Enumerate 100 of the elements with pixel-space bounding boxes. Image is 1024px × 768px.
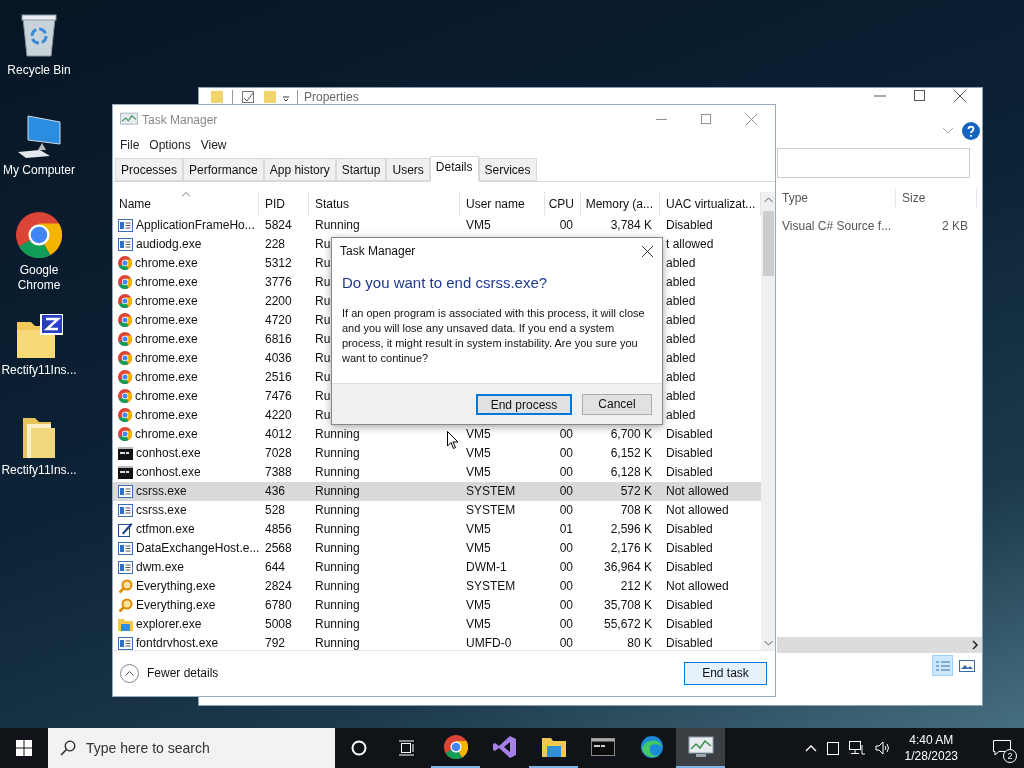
table-cell-text: Ru: [315, 236, 331, 254]
table-cell-text: Running: [315, 445, 360, 463]
dialog-heading: Do you want to end csrss.exe?: [341, 273, 549, 293]
table-cell-text: abled: [666, 274, 696, 292]
table-cell-text: 55,672 K: [603, 616, 652, 634]
table-cell-text: 4720: [265, 312, 292, 330]
table-cell-text: 708 K: [620, 502, 652, 520]
table-cell-text: 6780: [265, 597, 292, 615]
table-cell-text: SYSTEM: [466, 502, 516, 520]
file-size-cell-text: 2 KB: [941, 218, 968, 235]
table-cell-text: Running: [315, 521, 360, 539]
table-cell-text: 4856: [265, 521, 292, 539]
table-cell-text: Disabled: [666, 464, 713, 482]
table-cell-text: Running: [315, 483, 360, 501]
process-name: dwm.exe: [136, 559, 185, 577]
table-cell-text: Not allowed: [666, 578, 729, 596]
table-cell-text: 6,128 K: [610, 464, 652, 482]
table-cell-text: abled: [666, 369, 696, 387]
table-cell-text: Disabled: [666, 559, 713, 577]
table-cell-text: abled: [666, 388, 696, 406]
table-cell-text: VM5: [466, 445, 491, 463]
table-cell-text: Disabled: [666, 616, 713, 634]
table-cell-text: 6,700 K: [610, 426, 652, 444]
process-name: ApplicationFrameHo...: [136, 217, 255, 235]
table-cell-text: VM5: [466, 521, 491, 539]
table-cell-text: 3,784 K: [610, 217, 652, 235]
table-cell-text: 00: [559, 483, 573, 501]
process-name: DataExchangeHost.e...: [136, 540, 260, 558]
table-cell-text: Disabled: [666, 597, 713, 615]
table-cell-text: Running: [315, 616, 360, 634]
process-name: chrome.exe: [135, 350, 198, 368]
table-cell-text: 00: [559, 540, 573, 558]
table-cell-text: 4012: [265, 426, 292, 444]
table-cell-text: UMFD-0: [466, 635, 512, 650]
table-cell-text: VM5: [466, 464, 491, 482]
table-cell-text: 00: [559, 445, 573, 463]
table-cell-text: abled: [666, 293, 696, 311]
table-cell-text: 212 K: [620, 578, 652, 596]
table-cell-text: 2200: [265, 293, 292, 311]
table-cell-text: VM5: [466, 597, 491, 615]
table-cell-text: abled: [666, 331, 696, 349]
process-name: conhost.exe: [136, 464, 201, 482]
table-cell-text: 01: [559, 521, 573, 539]
table-cell-text: Ru: [315, 331, 331, 349]
process-name: chrome.exe: [135, 255, 198, 273]
table-cell-text: VM5: [466, 540, 491, 558]
window-title: Properties: [304, 90, 359, 104]
table-cell-text: 644: [265, 559, 286, 577]
table-cell-text: abled: [666, 312, 696, 330]
table-cell-text: 528: [265, 502, 286, 520]
table-cell-text: Disabled: [666, 540, 713, 558]
table-cell-text: Running: [315, 502, 360, 520]
process-name: chrome.exe: [135, 274, 198, 292]
table-cell-text: Running: [315, 217, 360, 235]
table-cell-text: 00: [559, 502, 573, 520]
table-cell-text: Not allowed: [666, 483, 729, 501]
process-name: chrome.exe: [135, 407, 198, 425]
dialog-message: If an open program is associated with this process, it will close and you will lose any unsaved data. If you end a system process, it might result in system instability. Are you sure you want to continue?: [341, 305, 646, 366]
table-cell-text: Running: [315, 540, 360, 558]
table-cell-text: 00: [559, 559, 573, 577]
process-name: conhost.exe: [136, 445, 201, 463]
table-cell-text: 00: [559, 578, 573, 596]
table-cell-text: Not allowed: [666, 502, 729, 520]
notification-count: 2: [1003, 749, 1017, 763]
process-name: Everything.exe: [136, 597, 216, 615]
table-cell-text: VM5: [466, 217, 491, 235]
table-cell-text: Running: [315, 559, 360, 577]
table-cell-text: Ru: [315, 293, 331, 311]
table-cell-text: t allowed: [666, 236, 714, 254]
table-cell-text: 2824: [265, 578, 292, 596]
table-cell-text: Ru: [315, 274, 331, 292]
table-cell-text: Running: [315, 426, 360, 444]
table-cell-text: Running: [315, 597, 360, 615]
dialog-title: Task Manager: [340, 243, 416, 260]
table-cell-text: 3776: [265, 274, 292, 292]
process-name: fontdrvhost.exe: [136, 635, 219, 650]
table-cell-text: 2568: [265, 540, 292, 558]
process-name: chrome.exe: [135, 312, 198, 330]
table-cell-text: 4220: [265, 407, 292, 425]
table-cell-text: 00: [559, 464, 573, 482]
table-cell-text: 5008: [265, 616, 292, 634]
table-cell-text: 7476: [265, 388, 292, 406]
table-cell-text: Ru: [315, 407, 331, 425]
process-name: chrome.exe: [135, 388, 198, 406]
table-cell-text: Running: [315, 464, 360, 482]
process-name: ctfmon.exe: [136, 521, 195, 539]
table-cell-text: 5312: [265, 255, 292, 273]
window-title: Task Manager: [142, 111, 218, 129]
table-cell-text: SYSTEM: [466, 578, 516, 596]
process-name: csrss.exe: [136, 483, 187, 501]
table-cell-text: 436: [265, 483, 286, 501]
table-cell-text: 00: [559, 217, 573, 235]
table-cell-text: Ru: [315, 312, 331, 330]
table-cell-text: Disabled: [666, 217, 713, 235]
process-name: chrome.exe: [135, 331, 198, 349]
table-cell-text: 7388: [265, 464, 292, 482]
table-cell-text: 792: [265, 635, 286, 650]
process-name: csrss.exe: [136, 502, 187, 520]
table-cell-text: abled: [666, 255, 696, 273]
table-cell-text: Disabled: [666, 445, 713, 463]
